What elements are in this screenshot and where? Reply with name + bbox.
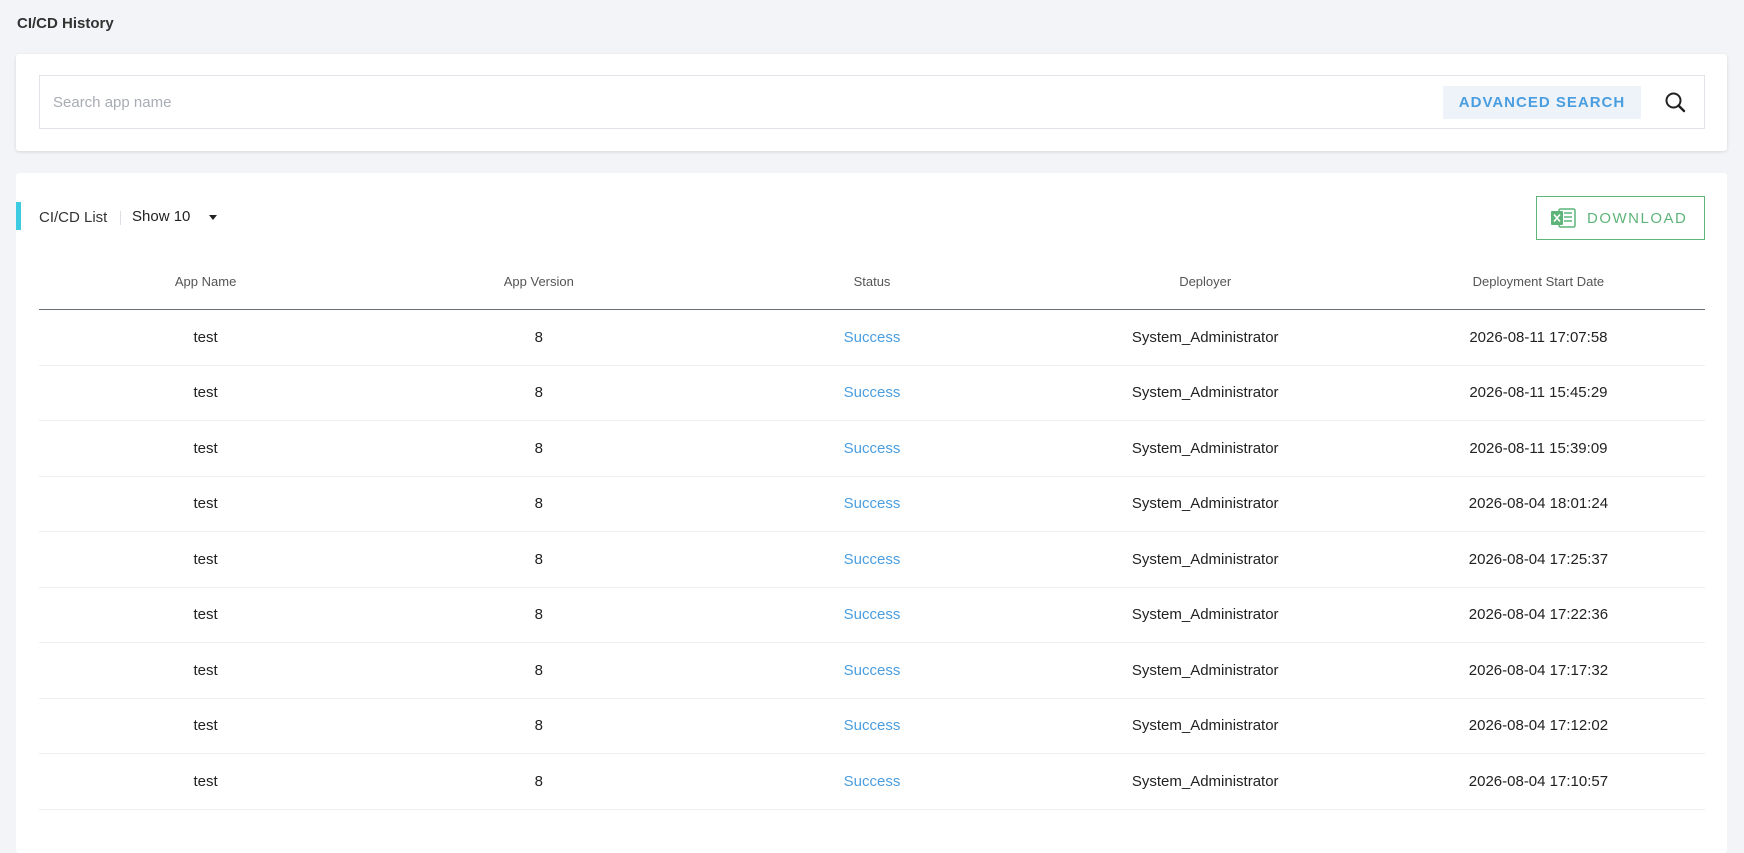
column-header-app-name[interactable]: App Name [39, 274, 372, 289]
advanced-search-button[interactable]: ADVANCED SEARCH [1443, 86, 1641, 119]
column-header-start-date[interactable]: Deployment Start Date [1372, 274, 1705, 289]
cell-app-name: test [193, 717, 218, 735]
cell-app-name: test [193, 439, 218, 457]
table-row[interactable]: test 8 Success System_Administrator 2026-08-… [39, 421, 1705, 477]
download-button[interactable]: DOWNLOAD [1536, 196, 1705, 240]
cell-status[interactable]: Success [705, 606, 1038, 623]
cell-status[interactable]: Success [705, 551, 1038, 568]
cell-deployer: System_Administrator [1131, 384, 1279, 402]
cell-app-name: test [193, 606, 218, 624]
cell-app-version: 8 [534, 328, 543, 346]
download-label: DOWNLOAD [1587, 210, 1688, 227]
table-row[interactable]: test 8 Success System_Administrator 2026-08-… [39, 366, 1705, 421]
cell-app-name: test [193, 661, 218, 679]
caret-down-icon[interactable] [209, 215, 217, 220]
cell-start-date: 2026-08-04 17:22:36 [1468, 606, 1609, 624]
cell-app-version: 8 [534, 495, 543, 513]
cell-deployer: System_Administrator [1131, 717, 1279, 735]
cell-start-date: 2026-08-11 15:39:09 [1469, 439, 1608, 457]
cell-app-version: 8 [534, 772, 543, 790]
cell-status[interactable]: Success [705, 329, 1038, 346]
search-card: ADVANCED SEARCH [16, 54, 1727, 151]
cell-deployer: System_Administrator [1131, 328, 1279, 346]
search-box: ADVANCED SEARCH [39, 75, 1705, 129]
cell-status[interactable]: Success [705, 717, 1038, 734]
cicd-list-card: CI/CD List Show 10 DOWNLOAD App Name App… [16, 173, 1727, 853]
cell-status[interactable]: Success [705, 662, 1038, 679]
cell-app-name: test [193, 328, 218, 346]
table-header: App Name App Version Status Deployer Dep… [39, 253, 1705, 310]
divider [120, 211, 121, 225]
excel-icon [1550, 207, 1577, 229]
cell-deployer: System_Administrator [1131, 606, 1279, 624]
cell-app-name: test [193, 772, 218, 790]
cell-deployer: System_Administrator [1131, 550, 1279, 568]
cell-status[interactable]: Success [705, 384, 1038, 401]
table-row[interactable]: test 8 Success System_Administrator 2026-08-… [39, 754, 1705, 810]
cell-start-date: 2026-08-11 17:07:58 [1469, 328, 1608, 346]
cicd-table: App Name App Version Status Deployer Dep… [39, 253, 1705, 810]
cell-status[interactable]: Success [705, 773, 1038, 790]
cell-app-version: 8 [534, 606, 543, 624]
search-input[interactable] [53, 76, 1453, 128]
table-row[interactable]: test 8 Success System_Administrator 2026-08-… [39, 643, 1705, 699]
table-row[interactable]: test 8 Success System_Administrator 2026-08-… [39, 477, 1705, 532]
cell-start-date: 2026-08-04 18:01:24 [1468, 495, 1609, 513]
page-title: CI/CD History [17, 15, 114, 32]
cell-deployer: System_Administrator [1131, 439, 1279, 457]
cell-status[interactable]: Success [705, 440, 1038, 457]
cell-start-date: 2026-08-04 17:10:57 [1468, 772, 1609, 790]
table-row[interactable]: test 8 Success System_Administrator 2026-08-… [39, 699, 1705, 754]
table-body: test 8 Success System_Administrator 2026-08-… [39, 310, 1705, 810]
cell-start-date: 2026-08-04 17:12:02 [1468, 717, 1609, 735]
page-size-select[interactable]: Show 10 [132, 208, 190, 225]
cell-app-version: 8 [534, 439, 543, 457]
cell-app-version: 8 [534, 550, 543, 568]
cell-status[interactable]: Success [705, 495, 1038, 512]
cell-app-version: 8 [534, 717, 543, 735]
cell-deployer: System_Administrator [1131, 495, 1279, 513]
cell-deployer: System_Administrator [1131, 772, 1279, 790]
cell-app-name: test [193, 495, 218, 513]
cell-app-name: test [193, 550, 218, 568]
cell-app-version: 8 [534, 384, 543, 402]
cell-start-date: 2026-08-04 17:25:37 [1468, 550, 1609, 568]
cell-app-name: test [193, 384, 218, 402]
table-row[interactable]: test 8 Success System_Administrator 2026-08-… [39, 310, 1705, 366]
cell-start-date: 2026-08-11 15:45:29 [1469, 384, 1608, 402]
section-accent-bar [16, 202, 21, 230]
table-row[interactable]: test 8 Success System_Administrator 2026-08-… [39, 588, 1705, 643]
cell-app-version: 8 [534, 661, 543, 679]
column-header-deployer[interactable]: Deployer [1039, 274, 1372, 289]
column-header-status[interactable]: Status [705, 274, 1038, 289]
column-header-app-version[interactable]: App Version [372, 274, 705, 289]
cell-start-date: 2026-08-04 17:17:32 [1468, 661, 1609, 679]
table-row[interactable]: test 8 Success System_Administrator 2026-08-… [39, 532, 1705, 588]
cell-deployer: System_Administrator [1131, 661, 1279, 679]
list-title: CI/CD List [39, 209, 108, 226]
search-icon[interactable] [1663, 90, 1689, 116]
